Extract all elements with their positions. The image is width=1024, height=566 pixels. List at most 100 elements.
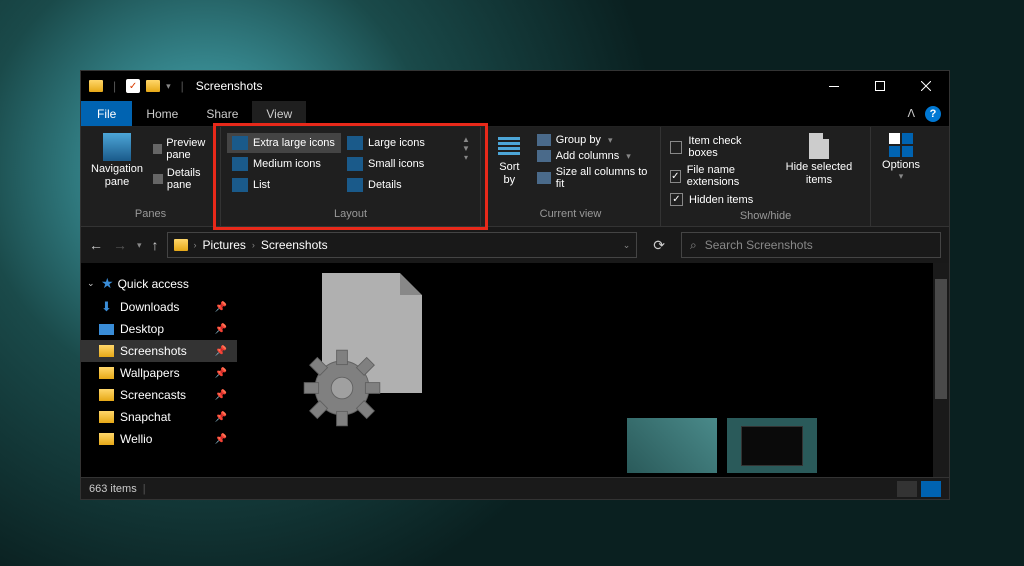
small-icons-button[interactable]: Small icons bbox=[342, 154, 456, 174]
window-controls bbox=[811, 71, 949, 101]
navigation-pane-label: Navigation pane bbox=[91, 163, 143, 189]
layout-medium-icon bbox=[232, 157, 248, 171]
star-icon: ★ bbox=[101, 275, 114, 292]
desktop-icon bbox=[99, 324, 114, 335]
sidebar-item-desktop[interactable]: Desktop📌 bbox=[81, 318, 237, 340]
layout-details-icon bbox=[347, 178, 363, 192]
scroll-up-icon[interactable]: ▲ bbox=[462, 135, 470, 144]
group-icon bbox=[537, 134, 551, 146]
download-icon: ⬇ bbox=[99, 300, 114, 314]
hidden-items-toggle[interactable]: ✓Hidden items bbox=[667, 191, 772, 208]
details-view-button[interactable] bbox=[897, 481, 917, 497]
breadcrumb-pictures[interactable]: Pictures bbox=[203, 238, 246, 252]
sidebar-item-snapchat[interactable]: Snapchat📌 bbox=[81, 406, 237, 428]
collapse-ribbon-icon[interactable]: ᐱ bbox=[907, 107, 915, 120]
options-button[interactable]: Options ▾ bbox=[876, 131, 926, 184]
add-columns-button[interactable]: Add columns▾ bbox=[534, 149, 654, 163]
details-button[interactable]: Details bbox=[342, 175, 456, 195]
qat-folder-icon[interactable] bbox=[146, 80, 160, 92]
pin-icon: 📌 bbox=[215, 390, 227, 401]
hide-selected-button[interactable]: Hide selected items bbox=[774, 131, 864, 189]
search-icon: ⌕ bbox=[690, 238, 697, 253]
help-icon[interactable]: ? bbox=[925, 106, 941, 122]
file-thumbnail[interactable] bbox=[627, 418, 717, 473]
share-tab[interactable]: Share bbox=[192, 101, 252, 126]
window-title: Screenshots bbox=[196, 79, 263, 93]
file-item-settings[interactable] bbox=[297, 273, 427, 443]
medium-icons-button[interactable]: Medium icons bbox=[227, 154, 341, 174]
search-box[interactable]: ⌕ Search Screenshots bbox=[681, 232, 941, 258]
sort-by-button[interactable]: Sort by bbox=[487, 131, 532, 189]
options-icon bbox=[889, 133, 913, 157]
navigation-pane-icon bbox=[103, 133, 131, 161]
sidebar-item-screencasts[interactable]: Screencasts📌 bbox=[81, 384, 237, 406]
address-dropdown-icon[interactable]: ⌄ bbox=[623, 240, 631, 251]
content-area[interactable] bbox=[237, 263, 949, 477]
pin-icon: 📌 bbox=[215, 302, 227, 313]
back-button[interactable]: ← bbox=[89, 237, 103, 253]
details-pane-icon bbox=[153, 174, 163, 184]
layout-xl-icon bbox=[232, 136, 248, 150]
explorer-window: | ✓ ▾ | Screenshots File Home Share View… bbox=[80, 70, 950, 500]
chevron-down-icon[interactable]: ⌄ bbox=[87, 278, 97, 289]
qat-save-icon[interactable]: ✓ bbox=[126, 79, 140, 93]
sizeall-icon bbox=[537, 172, 551, 184]
history-dropdown-icon[interactable]: ▾ bbox=[137, 240, 142, 251]
folder-icon bbox=[99, 433, 114, 445]
chevron-right-icon: › bbox=[194, 240, 197, 250]
file-extensions-toggle[interactable]: ✓File name extensions bbox=[667, 162, 772, 190]
layout-large-icon bbox=[347, 136, 363, 150]
pin-icon: 📌 bbox=[215, 412, 227, 423]
file-thumbnail[interactable] bbox=[727, 418, 817, 473]
file-menu[interactable]: File bbox=[81, 101, 132, 126]
size-all-button[interactable]: Size all columns to fit bbox=[534, 165, 654, 191]
minimize-button[interactable] bbox=[811, 71, 857, 101]
item-checkboxes-toggle[interactable]: Item check boxes bbox=[667, 133, 772, 161]
view-tab[interactable]: View bbox=[252, 101, 306, 126]
sidebar-item-wellio[interactable]: Wellio📌 bbox=[81, 428, 237, 450]
layout-list-icon bbox=[232, 178, 248, 192]
address-box[interactable]: › Pictures › Screenshots ⌄ bbox=[167, 232, 638, 258]
pin-icon: 📌 bbox=[215, 368, 227, 379]
qat-dropdown-icon[interactable]: ▾ bbox=[166, 81, 171, 92]
scroll-expand-icon[interactable]: ▾ bbox=[464, 153, 468, 162]
thumbnails-view-button[interactable] bbox=[921, 481, 941, 497]
large-icons-button[interactable]: Large icons bbox=[342, 133, 456, 153]
sidebar-item-wallpapers[interactable]: Wallpapers📌 bbox=[81, 362, 237, 384]
addcols-icon bbox=[537, 150, 551, 162]
up-button[interactable]: ↑ bbox=[152, 237, 159, 253]
gear-icon bbox=[297, 343, 387, 433]
sidebar-item-downloads[interactable]: ⬇Downloads📌 bbox=[81, 296, 237, 318]
breadcrumb-screenshots[interactable]: Screenshots bbox=[261, 238, 328, 252]
preview-pane-button[interactable]: Preview pane bbox=[149, 135, 214, 163]
maximize-button[interactable] bbox=[857, 71, 903, 101]
scroll-down-icon[interactable]: ▼ bbox=[462, 144, 470, 153]
group-by-button[interactable]: Group by▾ bbox=[534, 133, 654, 147]
sidebar-item-screenshots[interactable]: Screenshots📌 bbox=[81, 340, 237, 362]
forward-button[interactable]: → bbox=[113, 237, 127, 253]
navigation-pane-button[interactable]: Navigation pane bbox=[87, 131, 147, 191]
body: ⌄ ★ Quick access ⬇Downloads📌 Desktop📌 Sc… bbox=[81, 263, 949, 477]
titlebar[interactable]: | ✓ ▾ | Screenshots bbox=[81, 71, 949, 101]
sidebar: ⌄ ★ Quick access ⬇Downloads📌 Desktop📌 Sc… bbox=[81, 263, 237, 477]
home-tab[interactable]: Home bbox=[132, 101, 192, 126]
refresh-button[interactable]: ⟳ bbox=[645, 237, 673, 254]
close-button[interactable] bbox=[903, 71, 949, 101]
layout-label: Layout bbox=[227, 206, 474, 222]
layout-group: Extra large icons Large icons Medium ico… bbox=[221, 127, 481, 226]
options-group: Options ▾ bbox=[871, 127, 931, 226]
folder-icon bbox=[89, 80, 103, 92]
folder-icon bbox=[99, 411, 114, 423]
scrollbar-vertical[interactable] bbox=[933, 263, 949, 477]
list-button[interactable]: List bbox=[227, 175, 341, 195]
checkbox-unchecked bbox=[670, 141, 682, 154]
quick-access[interactable]: ⌄ ★ Quick access bbox=[81, 271, 237, 296]
details-pane-button[interactable]: Details pane bbox=[149, 165, 214, 193]
ribbon: Navigation pane Preview pane Details pan… bbox=[81, 127, 949, 227]
extra-large-icons-button[interactable]: Extra large icons bbox=[227, 133, 341, 153]
current-view-group: Sort by Group by▾ Add columns▾ Size all … bbox=[481, 127, 661, 226]
chevron-down-icon: ▾ bbox=[608, 135, 613, 146]
layout-scroll[interactable]: ▲▼▾ bbox=[458, 131, 474, 166]
preview-pane-icon bbox=[153, 144, 162, 154]
layout-small-icon bbox=[347, 157, 363, 171]
